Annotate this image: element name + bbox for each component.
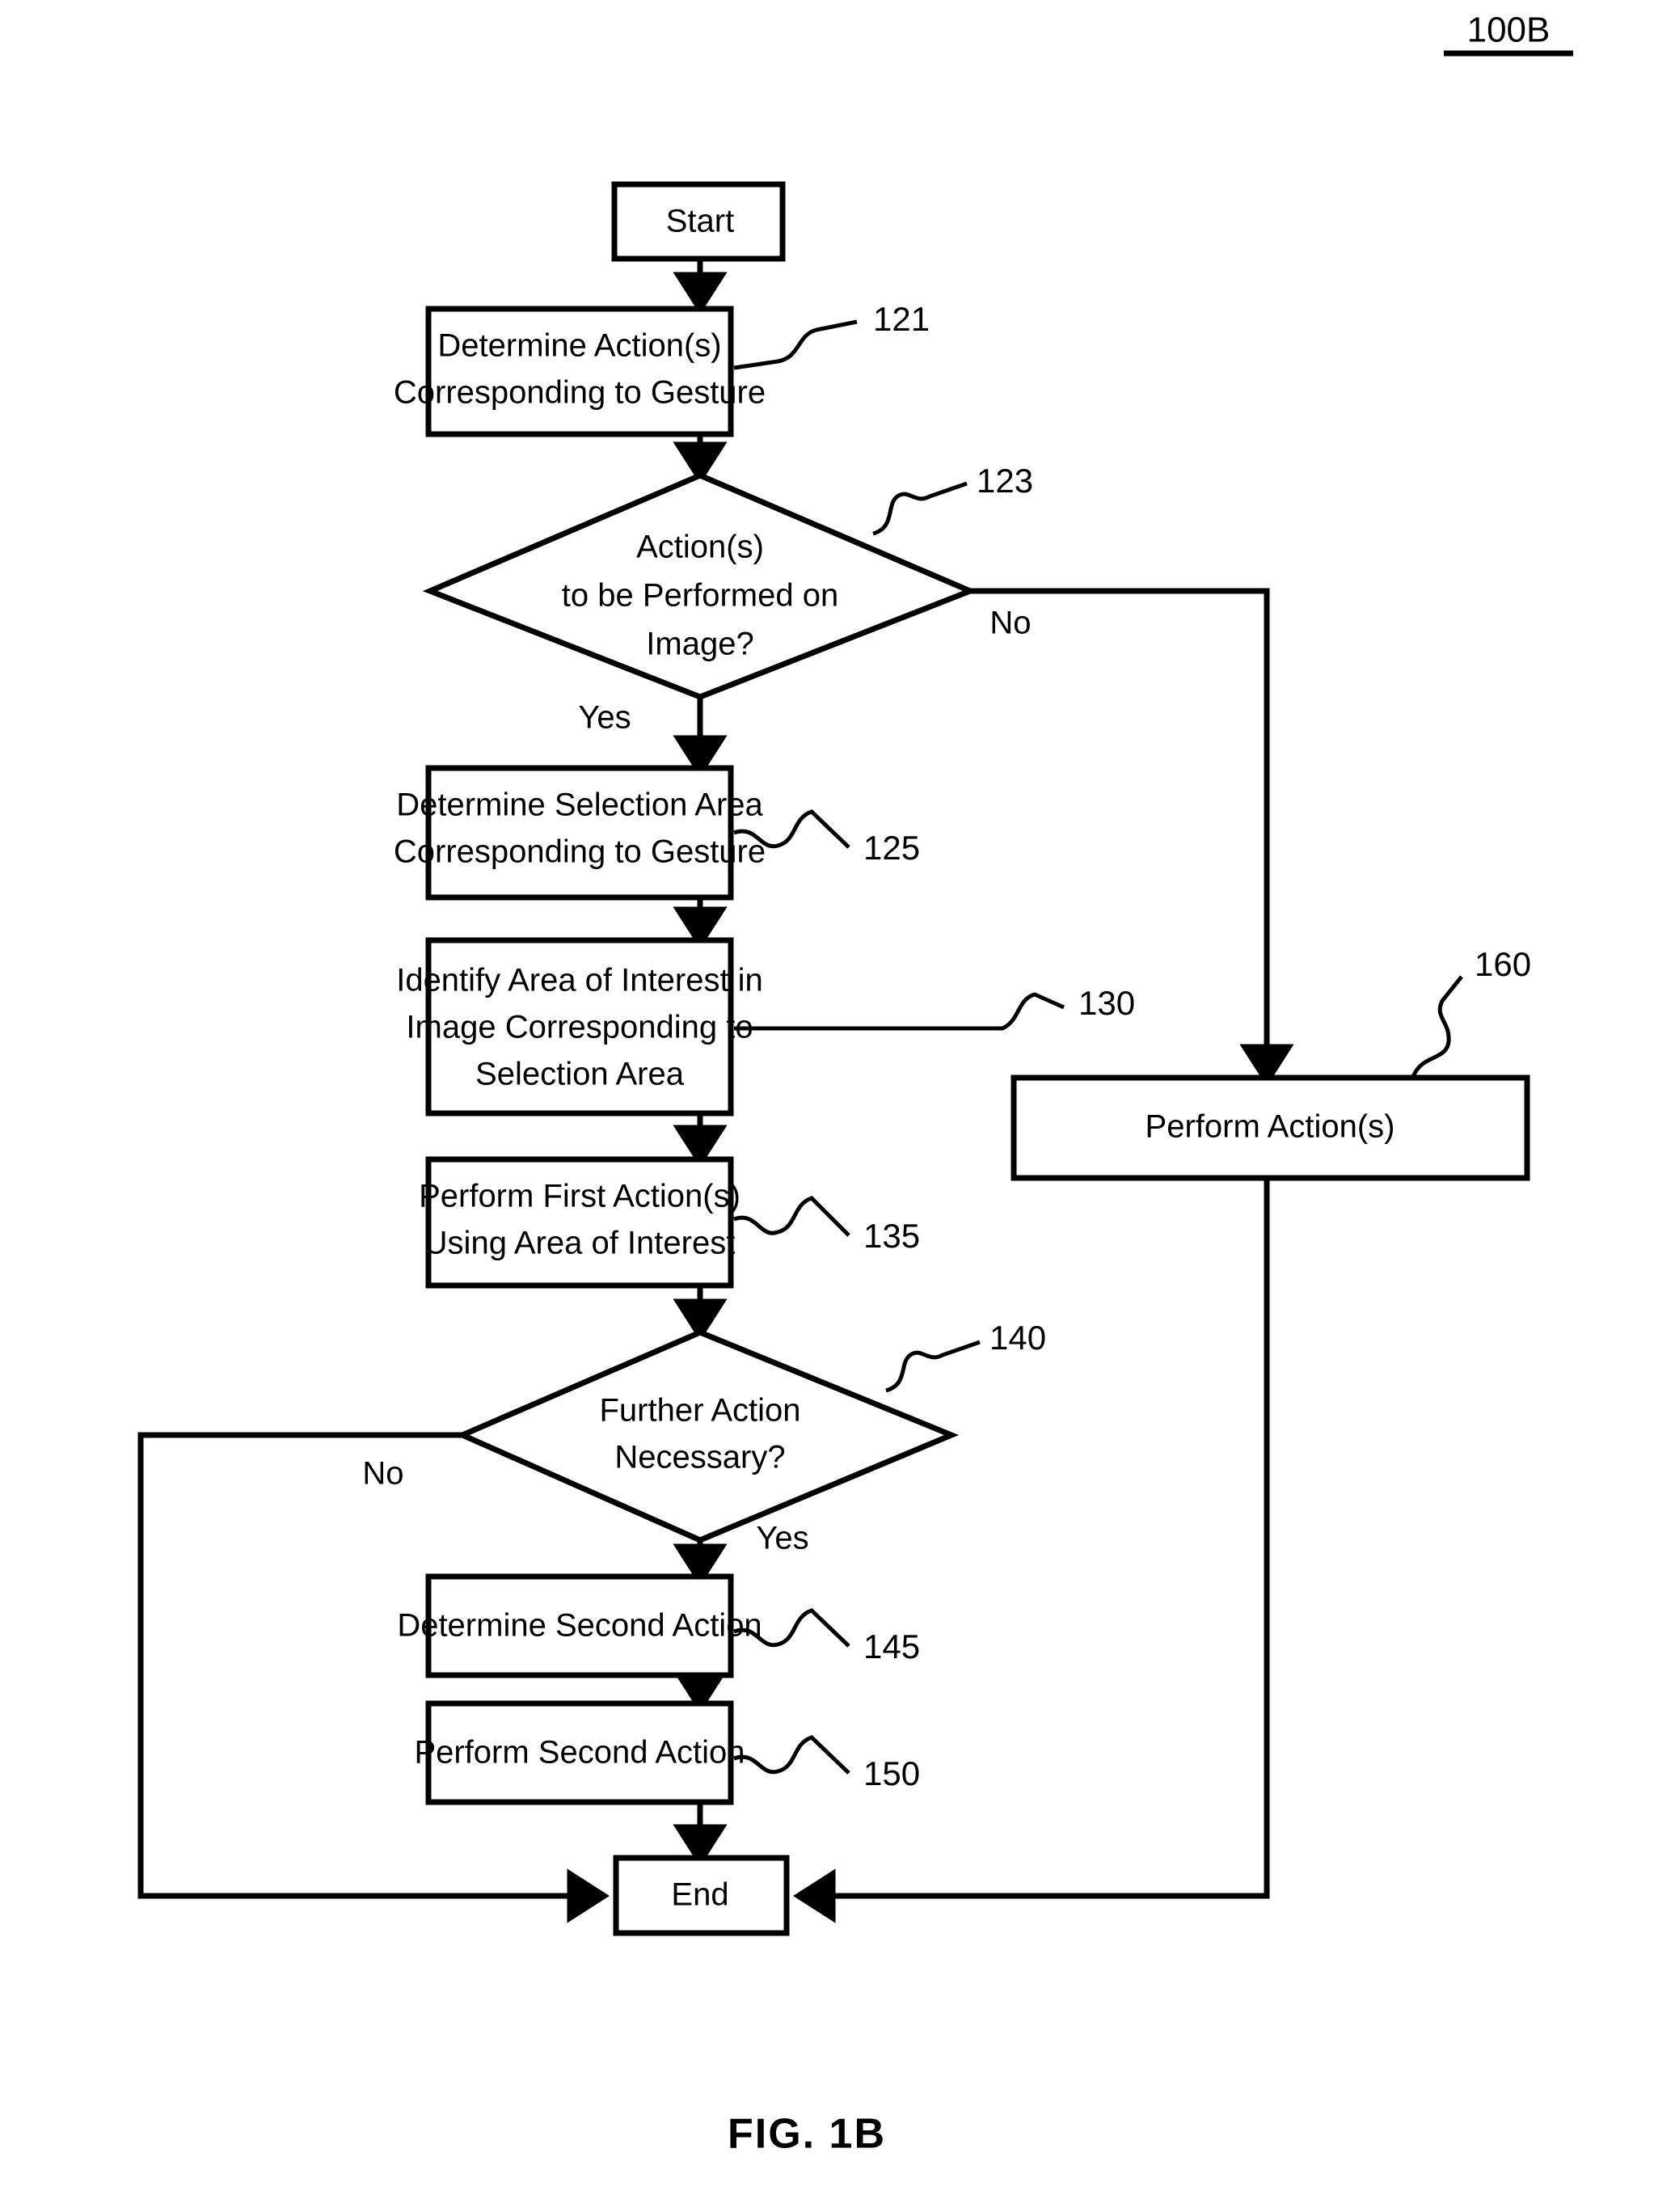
node-140-label-line2: Necessary? — [614, 1440, 785, 1475]
figure-id-label: 100B — [1444, 11, 1573, 57]
node-perform-second-action[interactable]: Perform Second Action 150 — [414, 1700, 920, 1805]
flowchart-figure: 100B Start Determine Action(s) Correspon… — [0, 0, 1654, 2212]
leader-line-123 — [872, 481, 968, 536]
ref-number-130: 130 — [1078, 984, 1135, 1022]
node-150-label: Perform Second Action — [414, 1735, 745, 1771]
node-130-label-line1: Identify Area of Interest in — [396, 963, 763, 998]
node-121-label-line1: Determine Action(s) — [437, 328, 721, 364]
node-130-label-line2: Image Corresponding to — [406, 1010, 753, 1045]
ref-number-140: 140 — [989, 1319, 1046, 1357]
branch-label-123-no: No — [989, 606, 1031, 641]
node-140-label-line1: Further Action — [599, 1393, 800, 1429]
node-145-label: Determine Second Action — [397, 1608, 762, 1644]
node-121-label-line2: Corresponding to Gesture — [394, 375, 766, 411]
node-125-label-line1: Determine Selection Area — [396, 787, 763, 823]
node-end-label: End — [671, 1877, 728, 1913]
branch-label-140-no: No — [362, 1456, 403, 1492]
node-determine-second-action[interactable]: Determine Second Action 145 — [397, 1573, 920, 1678]
leader-line-150 — [733, 1735, 850, 1775]
leader-line-121 — [733, 319, 858, 370]
ref-number-135: 135 — [863, 1217, 920, 1255]
node-130-label-line3: Selection Area — [475, 1057, 685, 1092]
node-start[interactable]: Start — [611, 181, 786, 262]
node-decision-further-action[interactable]: Further Action Necessary? 140 No Yes — [362, 1319, 1046, 1556]
ref-number-145: 145 — [863, 1627, 920, 1665]
branch-label-123-yes: Yes — [578, 700, 631, 736]
flowchart-canvas: 100B Start Determine Action(s) Correspon… — [137, 11, 1573, 2158]
node-end[interactable]: End — [613, 1855, 790, 1936]
ref-number-125: 125 — [863, 829, 920, 867]
node-135-label-line2: Using Area of Interest — [424, 1226, 736, 1261]
figure-caption: FIG. 1B — [728, 2111, 886, 2158]
ref-number-123: 123 — [977, 462, 1033, 500]
node-140-diamond[interactable] — [455, 1329, 960, 1543]
node-determine-selection-area[interactable]: Determine Selection Area Corresponding t… — [394, 765, 920, 901]
node-160-label: Perform Action(s) — [1146, 1109, 1395, 1145]
ref-number-160: 160 — [1475, 945, 1531, 983]
ref-number-150: 150 — [863, 1754, 920, 1792]
node-perform-actions[interactable]: Perform Action(s) 160 — [1011, 945, 1531, 1181]
leader-line-140 — [885, 1340, 981, 1393]
branch-label-140-yes: Yes — [756, 1521, 808, 1556]
node-decision-action-on-image[interactable]: Action(s) to be Performed on Image? 123 … — [422, 462, 1033, 736]
node-start-label: Start — [666, 204, 734, 239]
node-determine-actions[interactable]: Determine Action(s) Corresponding to Ges… — [394, 300, 930, 437]
node-125-label-line2: Corresponding to Gesture — [394, 834, 766, 870]
node-135-label-line1: Perform First Action(s) — [419, 1179, 741, 1214]
leader-line-135 — [733, 1196, 850, 1237]
figure-id-text: 100B — [1467, 11, 1551, 50]
node-perform-first-actions[interactable]: Perform First Action(s) Using Area of In… — [419, 1156, 920, 1289]
node-123-label-line1: Action(s) — [636, 530, 764, 565]
leader-line-160 — [1411, 975, 1463, 1079]
node-123-label-line3: Image? — [646, 627, 753, 662]
leader-line-130 — [734, 992, 1065, 1031]
ref-number-121: 121 — [873, 300, 930, 338]
node-123-label-line2: to be Performed on — [562, 578, 838, 614]
